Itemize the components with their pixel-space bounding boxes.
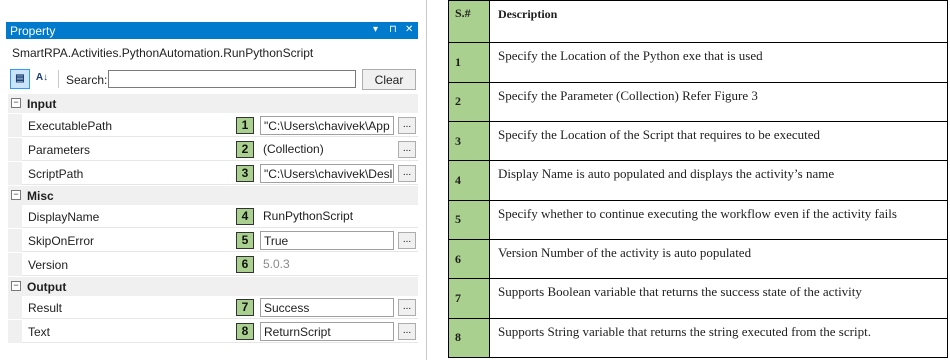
row-description: Supports Boolean variable that returns t… — [489, 278, 948, 319]
property-name: ScriptPath — [28, 167, 84, 181]
property-row-parameters: Parameters 2 (Collection) ... — [8, 138, 418, 161]
property-name: SkipOnError — [28, 234, 95, 248]
row-description: Specify whether to continue executing th… — [489, 199, 948, 240]
row-gutter — [8, 114, 22, 137]
collapse-icon[interactable]: − — [11, 98, 21, 108]
row-description: Specify the Parameter (Collection) Refer… — [489, 81, 948, 123]
table-header-row: S.# Description — [448, 0, 948, 44]
ellipsis-button[interactable]: ... — [398, 165, 416, 182]
row-description: Version Number of the activity is auto p… — [489, 238, 948, 280]
property-toolbar: ▤ A↓ Search: Clear — [8, 66, 418, 92]
categorized-icon[interactable]: ▤ — [10, 69, 30, 89]
toolbar-divider — [58, 70, 59, 88]
activity-type-name: SmartRPA.Activities.PythonAutomation.Run… — [12, 46, 314, 60]
callout-badge: 3 — [236, 165, 254, 182]
row-description: Specify the Location of the Python exe t… — [489, 42, 948, 83]
search-label: Search: — [66, 73, 108, 87]
ellipsis-button[interactable]: ... — [398, 299, 416, 316]
close-icon[interactable]: ✕ — [405, 23, 413, 37]
property-row-version: Version 6 5.0.3 — [8, 253, 418, 276]
sort-az-icon[interactable]: A↓ — [32, 69, 52, 89]
skiponerror-value-field[interactable]: True — [260, 231, 394, 250]
row-gutter — [8, 138, 22, 161]
executablepath-value-field[interactable]: "C:\Users\chavivek\App — [260, 116, 394, 135]
row-number: 2 — [448, 81, 490, 123]
category-label: Output — [27, 280, 67, 294]
property-row-executablepath: ExecutablePath 1 "C:\Users\chavivek\App … — [8, 114, 418, 137]
scriptpath-value-field[interactable]: "C:\Users\chavivek\Desl — [260, 164, 394, 183]
collapse-icon[interactable]: − — [11, 281, 21, 291]
ellipsis-button[interactable]: ... — [398, 323, 416, 340]
category-input[interactable]: − Input — [8, 94, 418, 113]
property-name: ExecutablePath — [28, 119, 113, 133]
row-number: 8 — [448, 317, 490, 359]
header-description: Description — [489, 0, 948, 44]
ellipsis-button[interactable]: ... — [398, 117, 416, 134]
property-name: DisplayName — [28, 210, 100, 224]
property-row-result: Result 7 Success ... — [8, 296, 418, 319]
row-number: 5 — [448, 199, 490, 240]
table-row: 2 Specify the Parameter (Collection) Ref… — [448, 81, 948, 123]
property-panel: Property ▾ ⊓ ✕ SmartRPA.Activities.Pytho… — [0, 0, 427, 360]
callout-badge: 4 — [236, 208, 254, 225]
table-row: 5 Specify whether to continue executing … — [448, 199, 948, 240]
ellipsis-button[interactable]: ... — [398, 141, 416, 158]
property-row-displayname: DisplayName 4 RunPythonScript — [8, 205, 418, 228]
row-gutter — [8, 320, 22, 343]
property-row-scriptpath: ScriptPath 3 "C:\Users\chavivek\Desl ... — [8, 162, 418, 185]
table-row: 8 Supports String variable that returns … — [448, 317, 948, 359]
row-gutter — [8, 296, 22, 319]
result-value-field[interactable]: Success — [260, 298, 394, 317]
property-name: Parameters — [28, 143, 91, 157]
description-table: S.# Description 1 Specify the Location o… — [448, 0, 948, 359]
search-input[interactable] — [108, 70, 356, 88]
table-row: 7 Supports Boolean variable that returns… — [448, 278, 948, 319]
row-gutter — [8, 162, 22, 185]
category-misc[interactable]: − Misc — [8, 186, 418, 205]
row-number: 6 — [448, 238, 490, 280]
dropdown-icon[interactable]: ▾ — [373, 23, 378, 37]
table-row: 3 Specify the Location of the Script tha… — [448, 120, 948, 162]
row-gutter — [8, 229, 22, 252]
callout-badge: 7 — [236, 299, 254, 316]
text-value-field[interactable]: ReturnScript — [260, 322, 394, 341]
pin-icon[interactable]: ⊓ — [389, 23, 397, 37]
row-description: Display Name is auto populated and displ… — [489, 160, 948, 201]
callout-badge: 5 — [236, 232, 254, 249]
property-name: Text — [28, 325, 51, 339]
property-name: Version — [28, 258, 69, 272]
category-output[interactable]: − Output — [8, 277, 418, 296]
row-gutter — [8, 253, 22, 276]
row-description: Supports String variable that returns th… — [489, 317, 948, 359]
panel-title: Property — [10, 24, 56, 38]
property-title-bar: Property ▾ ⊓ ✕ — [6, 22, 418, 39]
property-name: Result — [28, 301, 63, 315]
row-number: 7 — [448, 278, 490, 319]
row-number: 3 — [448, 120, 490, 162]
table-row: 4 Display Name is auto populated and dis… — [448, 160, 948, 201]
displayname-value-field[interactable]: RunPythonScript — [260, 207, 394, 226]
callout-badge: 8 — [236, 323, 254, 340]
row-description: Specify the Location of the Script that … — [489, 120, 948, 162]
property-row-text: Text 8 ReturnScript ... — [8, 320, 418, 343]
callout-badge: 1 — [236, 117, 254, 134]
parameters-value-field[interactable]: (Collection) — [260, 140, 394, 159]
row-number: 4 — [448, 160, 490, 201]
category-label: Misc — [27, 189, 54, 203]
table-row: 6 Version Number of the activity is auto… — [448, 238, 948, 280]
category-label: Input — [27, 97, 57, 111]
property-row-skiponerror: SkipOnError 5 True ... — [8, 229, 418, 252]
ellipsis-button[interactable]: ... — [398, 232, 416, 249]
clear-button[interactable]: Clear — [362, 69, 416, 90]
header-sno: S.# — [448, 0, 490, 44]
callout-badge: 6 — [236, 256, 254, 273]
row-number: 1 — [448, 42, 490, 83]
version-value: 5.0.3 — [263, 257, 290, 271]
row-gutter — [8, 205, 22, 228]
table-row: 1 Specify the Location of the Python exe… — [448, 42, 948, 83]
callout-badge: 2 — [236, 141, 254, 158]
collapse-icon[interactable]: − — [11, 190, 21, 200]
